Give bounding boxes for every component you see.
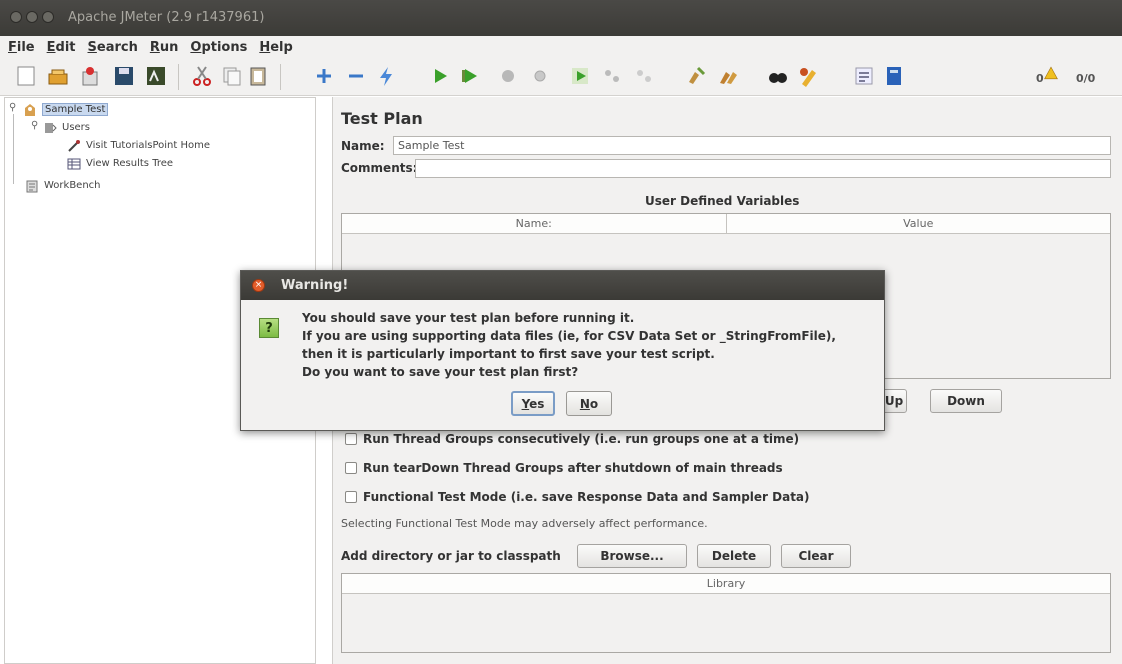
column-header-value[interactable]: Value (725, 214, 1111, 233)
tree-node-sample-test[interactable]: Sample Test (23, 102, 109, 117)
checkbox-label: Run Thread Groups consecutively (i.e. ru… (363, 432, 800, 446)
cut-icon[interactable] (190, 64, 214, 88)
remote-shutdown-icon[interactable] (632, 64, 656, 88)
no-label: No (579, 396, 599, 411)
checkbox-run-teardown[interactable]: Run tearDown Thread Groups after shutdow… (345, 461, 783, 475)
help-icon[interactable] (882, 64, 906, 88)
classpath-label: Add directory or jar to classpath (341, 549, 561, 563)
shutdown-icon[interactable] (528, 64, 552, 88)
window-titlebar: Apache JMeter (2.9 r1437961) (0, 0, 1122, 36)
udv-header: Name: Value (342, 214, 1110, 234)
name-field[interactable]: Sample Test (393, 136, 1111, 155)
tree-node-label: View Results Tree (86, 158, 174, 169)
column-header-name[interactable]: Name: (342, 214, 726, 233)
toolbar: 0 0/0 (0, 58, 1122, 96)
dialog-title: Warning! (281, 278, 349, 293)
window-title: Apache JMeter (2.9 r1437961) (68, 10, 265, 25)
copy-icon[interactable] (220, 64, 244, 88)
http-sampler-icon (67, 139, 81, 153)
clear-all-icon[interactable] (716, 64, 740, 88)
dialog-message-line: then it is particularly important to fir… (302, 347, 715, 361)
thread-group-icon (43, 121, 57, 135)
checkbox-functional-mode[interactable]: Functional Test Mode (i.e. save Response… (345, 490, 810, 504)
workbench-icon (25, 179, 39, 193)
down-button[interactable]: Down (930, 389, 1002, 413)
udv-title: User Defined Variables (645, 194, 800, 208)
reset-search-icon[interactable] (796, 64, 820, 88)
menu-edit[interactable]: Edit (47, 40, 76, 55)
save-icon[interactable] (112, 64, 136, 88)
column-header-library[interactable]: Library (342, 574, 1110, 593)
page-title: Test Plan (341, 109, 423, 128)
results-tree-icon (67, 157, 81, 171)
dialog-message-line: If you are using supporting data files (… (302, 329, 836, 343)
library-header: Library (342, 574, 1110, 594)
dialog-titlebar: × Warning! (241, 271, 884, 300)
warning-count: 0 (1036, 72, 1044, 85)
library-table[interactable]: Library (341, 573, 1111, 653)
minimize-window-button[interactable] (26, 11, 38, 23)
templates-icon[interactable] (46, 64, 70, 88)
dialog-message-line: You should save your test plan before ru… (302, 311, 635, 325)
comments-label: Comments: (341, 161, 418, 175)
tree-node-label: Sample Test (42, 103, 109, 116)
close-window-button[interactable] (10, 11, 22, 23)
tree-node-label: Visit TutorialsPoint Home (86, 140, 210, 151)
tree-node-label: Users (62, 122, 91, 133)
warning-dialog: × Warning! ? You should save your test p… (240, 270, 885, 431)
stop-icon[interactable] (496, 64, 520, 88)
checkbox-run-consecutively[interactable]: Run Thread Groups consecutively (i.e. ru… (345, 432, 799, 446)
tree-toggle-icon[interactable]: ⚲ (31, 120, 38, 131)
maximize-window-button[interactable] (42, 11, 54, 23)
test-plan-icon (23, 103, 37, 117)
remote-start-icon[interactable] (568, 64, 592, 88)
checkbox-box[interactable] (345, 462, 357, 474)
menu-file[interactable]: File (8, 40, 35, 55)
tree-node-view-results-tree[interactable]: View Results Tree (67, 156, 173, 171)
clear-button[interactable]: Clear (781, 544, 851, 568)
browse-button[interactable]: Browse... (577, 544, 687, 568)
start-icon[interactable] (428, 64, 452, 88)
open-icon[interactable] (78, 64, 102, 88)
search-icon[interactable] (766, 64, 790, 88)
checkbox-box[interactable] (345, 433, 357, 445)
no-button[interactable]: No (566, 391, 612, 416)
menu-options[interactable]: Options (190, 40, 247, 55)
remote-stop-icon[interactable] (600, 64, 624, 88)
yes-button[interactable]: Yes (511, 391, 555, 416)
thread-count: 0/0 (1076, 72, 1096, 85)
menu-help[interactable]: Help (259, 40, 292, 55)
clear-icon[interactable] (684, 64, 708, 88)
yes-label: Yes (521, 396, 545, 411)
save-as-icon[interactable] (144, 64, 168, 88)
new-icon[interactable] (14, 64, 38, 88)
checkbox-label: Functional Test Mode (i.e. save Response… (363, 490, 810, 504)
functional-mode-note: Selecting Functional Test Mode may adver… (341, 517, 708, 530)
menu-run[interactable]: Run (150, 40, 179, 55)
paste-icon[interactable] (246, 64, 270, 88)
tree-node-label: WorkBench (44, 180, 101, 191)
delete-button[interactable]: Delete (697, 544, 771, 568)
collapse-icon[interactable] (344, 64, 368, 88)
function-helper-icon[interactable] (852, 64, 876, 88)
tree-toggle-icon[interactable]: ⚲ (9, 102, 16, 113)
menu-search[interactable]: Search (88, 40, 138, 55)
checkbox-box[interactable] (345, 491, 357, 503)
name-label: Name: (341, 139, 385, 153)
question-icon: ? (259, 318, 279, 338)
toggle-icon[interactable] (374, 64, 398, 88)
close-icon[interactable]: × (252, 279, 265, 292)
expand-icon[interactable] (312, 64, 336, 88)
warning-icon[interactable] (1044, 66, 1058, 80)
tree-node-users[interactable]: Users (43, 120, 90, 135)
start-no-pauses-icon[interactable] (458, 64, 482, 88)
window-controls (10, 11, 54, 23)
comments-field[interactable] (415, 159, 1111, 178)
checkbox-label: Run tearDown Thread Groups after shutdow… (363, 461, 783, 475)
dialog-message-line: Do you want to save your test plan first… (302, 365, 579, 379)
tree-node-workbench[interactable]: WorkBench (25, 178, 101, 193)
menu-bar: File Edit Search Run Options Help (0, 36, 1122, 58)
tree-node-visit-home[interactable]: Visit TutorialsPoint Home (67, 138, 210, 153)
